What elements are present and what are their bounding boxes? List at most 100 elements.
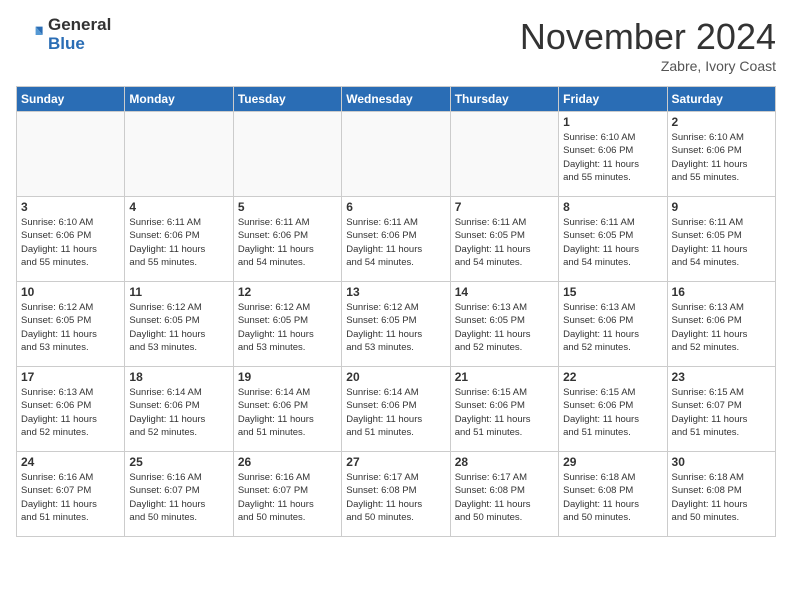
day-info: Sunrise: 6:16 AMSunset: 6:07 PMDaylight:… <box>238 471 337 524</box>
day-header-sunday: Sunday <box>17 87 125 112</box>
calendar-cell: 29 Sunrise: 6:18 AMSunset: 6:08 PMDayligh… <box>559 452 667 537</box>
day-info: Sunrise: 6:15 AMSunset: 6:06 PMDaylight:… <box>455 386 554 439</box>
day-info: Sunrise: 6:14 AMSunset: 6:06 PMDaylight:… <box>129 386 228 439</box>
day-number: 16 <box>672 285 771 299</box>
calendar-cell: 28 Sunrise: 6:17 AMSunset: 6:08 PMDayligh… <box>450 452 558 537</box>
calendar-cell: 26Sunrise: 6:16 AMSunset: 6:07 PMDayligh… <box>233 452 341 537</box>
day-info: Sunrise: 6:11 AMSunset: 6:06 PMDaylight:… <box>346 216 445 269</box>
day-info: Sunrise: 6:11 AMSunset: 6:05 PMDaylight:… <box>563 216 662 269</box>
day-info: Sunrise: 6:18 AMSunset: 6:08 PMDaylight:… <box>563 471 662 524</box>
calendar-header: SundayMondayTuesdayWednesdayThursdayFrid… <box>17 87 776 112</box>
calendar-cell: 9Sunrise: 6:11 AMSunset: 6:05 PMDaylight… <box>667 197 775 282</box>
calendar-body: 1 Sunrise: 6:10 AMSunset: 6:06 PMDaylight… <box>17 112 776 537</box>
calendar-cell: 20 Sunrise: 6:14 AMSunset: 6:06 PMDayligh… <box>342 367 450 452</box>
logo-icon <box>16 21 44 49</box>
week-row-2: 10 Sunrise: 6:12 AMSunset: 6:05 PMDayligh… <box>17 282 776 367</box>
day-info: Sunrise: 6:10 AMSunset: 6:06 PMDaylight:… <box>21 216 120 269</box>
logo-blue-text: Blue <box>48 35 111 54</box>
day-number: 24 <box>21 455 120 469</box>
logo-text: General Blue <box>48 16 111 53</box>
calendar-cell: 5 Sunrise: 6:11 AMSunset: 6:06 PMDaylight… <box>233 197 341 282</box>
day-info: Sunrise: 6:14 AMSunset: 6:06 PMDaylight:… <box>238 386 337 439</box>
calendar-cell: 27Sunrise: 6:17 AMSunset: 6:08 PMDayligh… <box>342 452 450 537</box>
day-number: 29 <box>563 455 662 469</box>
day-header-thursday: Thursday <box>450 87 558 112</box>
header-row: SundayMondayTuesdayWednesdayThursdayFrid… <box>17 87 776 112</box>
day-info: Sunrise: 6:13 AMSunset: 6:06 PMDaylight:… <box>563 301 662 354</box>
week-row-0: 1 Sunrise: 6:10 AMSunset: 6:06 PMDaylight… <box>17 112 776 197</box>
day-number: 8 <box>563 200 662 214</box>
day-number: 18 <box>129 370 228 384</box>
day-info: Sunrise: 6:11 AMSunset: 6:05 PMDaylight:… <box>672 216 771 269</box>
logo-general-text: General <box>48 16 111 35</box>
day-number: 5 <box>238 200 337 214</box>
day-info: Sunrise: 6:12 AMSunset: 6:05 PMDaylight:… <box>129 301 228 354</box>
day-number: 6 <box>346 200 445 214</box>
day-number: 22 <box>563 370 662 384</box>
day-info: Sunrise: 6:12 AMSunset: 6:05 PMDaylight:… <box>346 301 445 354</box>
calendar-cell: 12 Sunrise: 6:12 AMSunset: 6:05 PMDayligh… <box>233 282 341 367</box>
day-info: Sunrise: 6:12 AMSunset: 6:05 PMDaylight:… <box>21 301 120 354</box>
day-info: Sunrise: 6:15 AMSunset: 6:07 PMDaylight:… <box>672 386 771 439</box>
day-info: Sunrise: 6:13 AMSunset: 6:05 PMDaylight:… <box>455 301 554 354</box>
calendar-cell: 18 Sunrise: 6:14 AMSunset: 6:06 PMDayligh… <box>125 367 233 452</box>
calendar-cell <box>450 112 558 197</box>
location: Zabre, Ivory Coast <box>520 58 776 74</box>
day-info: Sunrise: 6:15 AMSunset: 6:06 PMDaylight:… <box>563 386 662 439</box>
day-info: Sunrise: 6:14 AMSunset: 6:06 PMDaylight:… <box>346 386 445 439</box>
calendar-cell: 1 Sunrise: 6:10 AMSunset: 6:06 PMDaylight… <box>559 112 667 197</box>
calendar-table: SundayMondayTuesdayWednesdayThursdayFrid… <box>16 86 776 537</box>
calendar-cell: 21 Sunrise: 6:15 AMSunset: 6:06 PMDayligh… <box>450 367 558 452</box>
calendar-cell: 13 Sunrise: 6:12 AMSunset: 6:05 PMDayligh… <box>342 282 450 367</box>
day-info: Sunrise: 6:12 AMSunset: 6:05 PMDaylight:… <box>238 301 337 354</box>
day-header-friday: Friday <box>559 87 667 112</box>
day-number: 30 <box>672 455 771 469</box>
logo: General Blue <box>16 16 111 53</box>
calendar-cell: 17Sunrise: 6:13 AMSunset: 6:06 PMDayligh… <box>17 367 125 452</box>
day-number: 10 <box>21 285 120 299</box>
day-number: 21 <box>455 370 554 384</box>
day-info: Sunrise: 6:10 AMSunset: 6:06 PMDaylight:… <box>672 131 771 184</box>
day-info: Sunrise: 6:11 AMSunset: 6:06 PMDaylight:… <box>238 216 337 269</box>
day-info: Sunrise: 6:11 AMSunset: 6:06 PMDaylight:… <box>129 216 228 269</box>
calendar-cell: 16Sunrise: 6:13 AMSunset: 6:06 PMDayligh… <box>667 282 775 367</box>
calendar-cell <box>17 112 125 197</box>
day-number: 15 <box>563 285 662 299</box>
calendar-cell <box>233 112 341 197</box>
day-number: 1 <box>563 115 662 129</box>
week-row-4: 24 Sunrise: 6:16 AMSunset: 6:07 PMDayligh… <box>17 452 776 537</box>
calendar-cell: 19 Sunrise: 6:14 AMSunset: 6:06 PMDayligh… <box>233 367 341 452</box>
calendar-cell: 6 Sunrise: 6:11 AMSunset: 6:06 PMDaylight… <box>342 197 450 282</box>
day-info: Sunrise: 6:16 AMSunset: 6:07 PMDaylight:… <box>21 471 120 524</box>
calendar-cell: 4 Sunrise: 6:11 AMSunset: 6:06 PMDaylight… <box>125 197 233 282</box>
day-number: 11 <box>129 285 228 299</box>
calendar-cell <box>125 112 233 197</box>
day-info: Sunrise: 6:13 AMSunset: 6:06 PMDaylight:… <box>21 386 120 439</box>
day-number: 20 <box>346 370 445 384</box>
day-header-tuesday: Tuesday <box>233 87 341 112</box>
day-info: Sunrise: 6:17 AMSunset: 6:08 PMDaylight:… <box>455 471 554 524</box>
day-number: 19 <box>238 370 337 384</box>
day-number: 13 <box>346 285 445 299</box>
day-number: 23 <box>672 370 771 384</box>
calendar-cell: 30Sunrise: 6:18 AMSunset: 6:08 PMDayligh… <box>667 452 775 537</box>
week-row-1: 3Sunrise: 6:10 AMSunset: 6:06 PMDaylight… <box>17 197 776 282</box>
day-info: Sunrise: 6:16 AMSunset: 6:07 PMDaylight:… <box>129 471 228 524</box>
day-number: 28 <box>455 455 554 469</box>
calendar-cell: 22 Sunrise: 6:15 AMSunset: 6:06 PMDayligh… <box>559 367 667 452</box>
day-info: Sunrise: 6:11 AMSunset: 6:05 PMDaylight:… <box>455 216 554 269</box>
day-info: Sunrise: 6:10 AMSunset: 6:06 PMDaylight:… <box>563 131 662 184</box>
day-number: 14 <box>455 285 554 299</box>
week-row-3: 17Sunrise: 6:13 AMSunset: 6:06 PMDayligh… <box>17 367 776 452</box>
calendar-cell: 11 Sunrise: 6:12 AMSunset: 6:05 PMDayligh… <box>125 282 233 367</box>
day-number: 12 <box>238 285 337 299</box>
calendar-cell: 23 Sunrise: 6:15 AMSunset: 6:07 PMDayligh… <box>667 367 775 452</box>
calendar-cell: 3Sunrise: 6:10 AMSunset: 6:06 PMDaylight… <box>17 197 125 282</box>
calendar-cell: 15 Sunrise: 6:13 AMSunset: 6:06 PMDayligh… <box>559 282 667 367</box>
day-number: 2 <box>672 115 771 129</box>
calendar-cell: 10 Sunrise: 6:12 AMSunset: 6:05 PMDayligh… <box>17 282 125 367</box>
month-title: November 2024 <box>520 16 776 58</box>
day-number: 4 <box>129 200 228 214</box>
calendar-cell: 8 Sunrise: 6:11 AMSunset: 6:05 PMDaylight… <box>559 197 667 282</box>
day-info: Sunrise: 6:17 AMSunset: 6:08 PMDaylight:… <box>346 471 445 524</box>
